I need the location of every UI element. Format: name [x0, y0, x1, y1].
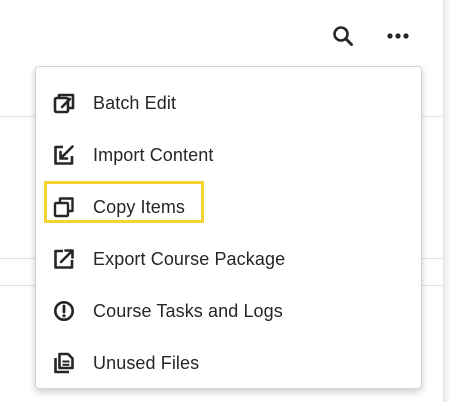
- alert-circle-icon: [53, 300, 75, 322]
- batch-edit-icon: [53, 92, 75, 114]
- menu-item-export-course-package[interactable]: Export Course Package: [36, 233, 421, 285]
- export-icon: [53, 248, 75, 270]
- unused-files-icon: [53, 352, 75, 374]
- import-content-icon: [53, 144, 75, 166]
- menu-item-batch-edit[interactable]: Batch Edit: [36, 77, 421, 129]
- menu-item-label: Export Course Package: [93, 248, 286, 269]
- copy-items-icon: [53, 196, 75, 218]
- more-actions-menu: Batch Edit Import Content Copy Items Exp…: [35, 66, 422, 389]
- menu-item-label: Batch Edit: [93, 92, 177, 113]
- more-options-button[interactable]: [380, 18, 416, 54]
- more-options-icon: [387, 33, 409, 39]
- menu-item-label: Course Tasks and Logs: [93, 300, 283, 321]
- page-edge-shadow: [443, 0, 451, 402]
- search-icon: [333, 26, 353, 46]
- menu-item-import-content[interactable]: Import Content: [36, 129, 421, 181]
- menu-item-label: Unused Files: [93, 352, 200, 373]
- menu-item-label: Import Content: [93, 144, 214, 165]
- menu-item-label: Copy Items: [93, 196, 186, 217]
- menu-item-unused-files[interactable]: Unused Files: [36, 337, 421, 389]
- header-actions: [0, 0, 443, 70]
- search-button[interactable]: [325, 18, 361, 54]
- menu-item-copy-items[interactable]: Copy Items: [36, 181, 421, 233]
- menu-item-course-tasks-and-logs[interactable]: Course Tasks and Logs: [36, 285, 421, 337]
